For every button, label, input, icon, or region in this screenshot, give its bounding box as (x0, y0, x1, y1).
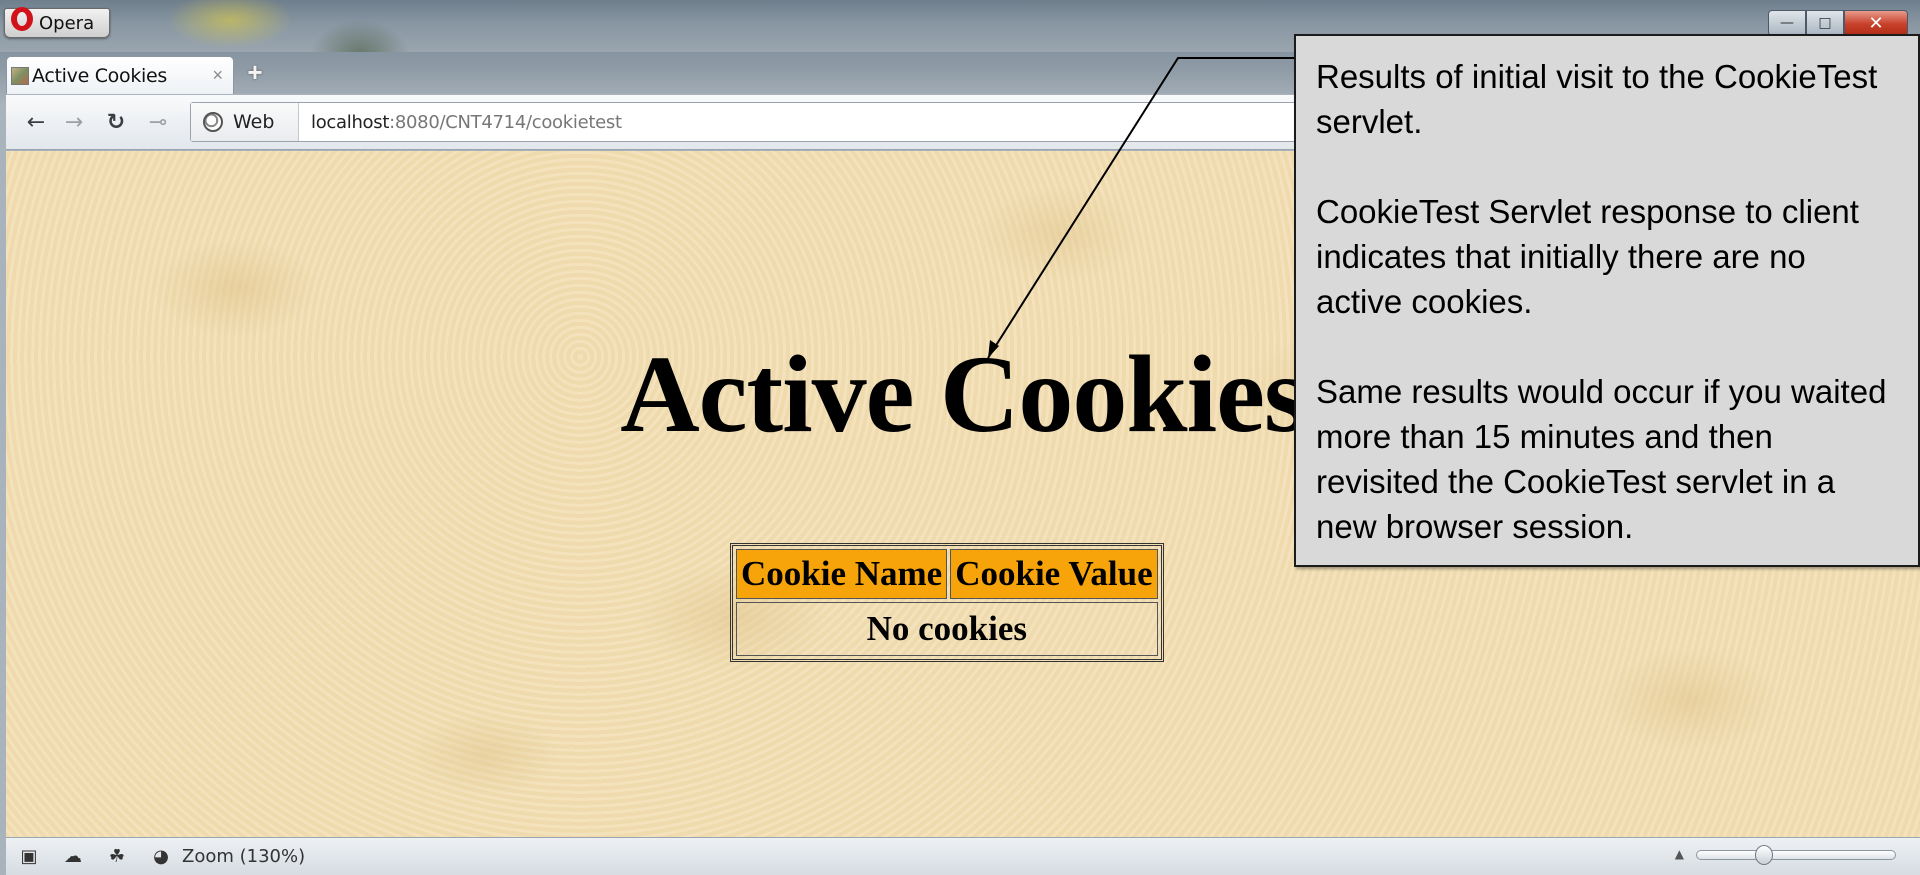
table-row: No cookies (736, 602, 1158, 656)
window-controls: — □ ✕ (1768, 10, 1908, 36)
cloud-icon[interactable]: ☁ (62, 846, 84, 868)
zoom-slider[interactable] (1696, 845, 1896, 865)
opera-menu-button[interactable]: Opera (4, 7, 110, 38)
reload-icon[interactable]: ↻ (102, 109, 130, 137)
callout-paragraph: Results of initial visit to the CookieTe… (1316, 58, 1878, 140)
back-icon[interactable]: ← (22, 109, 50, 137)
browser-window: Opera — □ ✕ Active Cookies × + ← → ↻ ⊸ W… (0, 0, 1920, 875)
tab-label: Active Cookies (32, 64, 167, 87)
url-path: :8080/CNT4714/cookietest (389, 111, 622, 133)
table-header-row: Cookie Name Cookie Value (736, 549, 1158, 599)
annotation-callout: Results of initial visit to the CookieTe… (1294, 34, 1920, 567)
status-bar: ▣ ☁ ☘ ◕ Zoom (130%) ▲ (6, 837, 1920, 875)
globe-icon (203, 112, 223, 132)
minimize-button[interactable]: — (1768, 10, 1806, 36)
zoom-slider-knob[interactable] (1754, 845, 1773, 865)
cookie-table: Cookie Name Cookie Value No cookies (730, 543, 1164, 662)
close-icon[interactable]: × (212, 65, 223, 86)
plus-icon[interactable]: + (244, 59, 266, 85)
callout-paragraph: Same results would occur if you waited m… (1316, 373, 1887, 545)
forward-icon[interactable]: → (60, 109, 88, 137)
maximize-button[interactable]: □ (1806, 10, 1844, 36)
column-header-cookie-name: Cookie Name (736, 549, 948, 599)
site-badge-label: Web (233, 111, 275, 133)
url-host: localhost (311, 111, 390, 133)
url-field[interactable]: localhost:8080/CNT4714/cookietest (299, 112, 622, 133)
speed-icon[interactable]: ◕ (150, 846, 172, 868)
tab-favicon-icon (11, 66, 29, 85)
zoom-label[interactable]: Zoom (130%) (182, 846, 305, 867)
tab-active-cookies[interactable]: Active Cookies × (6, 56, 234, 94)
unite-icon[interactable]: ☘ (106, 846, 128, 868)
column-header-cookie-value: Cookie Value (950, 549, 1158, 599)
close-window-button[interactable]: ✕ (1844, 10, 1908, 36)
panel-icon[interactable]: ▣ (18, 846, 40, 868)
opera-logo-icon (11, 7, 33, 31)
callout-paragraph: CookieTest Servlet response to client in… (1316, 193, 1859, 320)
key-icon[interactable]: ⊸ (144, 109, 172, 137)
zoom-caret-icon[interactable]: ▲ (1675, 847, 1684, 861)
site-badge[interactable]: Web (191, 103, 299, 141)
opera-menu-label: Opera (39, 12, 95, 34)
no-cookies-cell: No cookies (736, 602, 1158, 656)
